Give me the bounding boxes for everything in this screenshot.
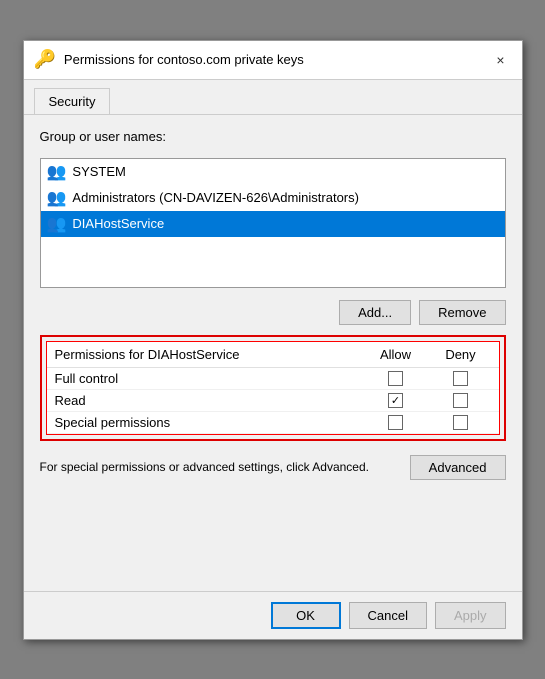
- user-icon-diahostservice: 👥: [47, 214, 67, 234]
- user-icon-system: 👥: [47, 162, 67, 182]
- add-button[interactable]: Add...: [339, 300, 411, 325]
- checkbox-allow-full-control[interactable]: [388, 371, 403, 386]
- perm-allow-read[interactable]: [361, 393, 431, 408]
- ok-button[interactable]: OK: [271, 602, 341, 629]
- advanced-button[interactable]: Advanced: [410, 455, 506, 480]
- user-item-diahostservice[interactable]: 👥 DIAHostService: [41, 211, 505, 237]
- perm-label-full-control: Full control: [55, 371, 361, 386]
- bottom-bar: OK Cancel Apply: [24, 591, 522, 639]
- permissions-title: Permissions for DIAHostService: [55, 347, 361, 362]
- main-content: Group or user names: 👥 SYSTEM 👥 Administ…: [24, 115, 522, 591]
- close-button[interactable]: ×: [490, 49, 512, 71]
- user-name-administrators: Administrators (CN-DAVIZEN-626\Administr…: [72, 190, 359, 205]
- user-icon-administrators: 👥: [47, 188, 67, 208]
- user-list[interactable]: 👥 SYSTEM 👥 Administrators (CN-DAVIZEN-62…: [40, 158, 506, 288]
- cancel-button[interactable]: Cancel: [349, 602, 427, 629]
- user-item-administrators[interactable]: 👥 Administrators (CN-DAVIZEN-626\Adminis…: [41, 185, 505, 211]
- title-bar-left: 🔑 Permissions for contoso.com private ke…: [34, 49, 304, 70]
- perm-label-special: Special permissions: [55, 415, 361, 430]
- users-section-label: Group or user names:: [40, 129, 506, 144]
- user-name-system: SYSTEM: [72, 164, 125, 179]
- info-row: For special permissions or advanced sett…: [40, 455, 506, 480]
- perm-deny-read[interactable]: [431, 393, 491, 408]
- remove-button[interactable]: Remove: [419, 300, 505, 325]
- apply-button[interactable]: Apply: [435, 602, 506, 629]
- user-button-row: Add... Remove: [40, 300, 506, 325]
- perm-label-read: Read: [55, 393, 361, 408]
- checkbox-deny-special[interactable]: [453, 415, 468, 430]
- perm-deny-full-control[interactable]: [431, 371, 491, 386]
- permissions-dialog: 🔑 Permissions for contoso.com private ke…: [23, 40, 523, 640]
- user-name-diahostservice: DIAHostService: [72, 216, 164, 231]
- checkbox-allow-read[interactable]: [388, 393, 403, 408]
- perm-row-full-control: Full control: [47, 368, 499, 390]
- checkbox-deny-read[interactable]: [453, 393, 468, 408]
- tab-bar: Security: [24, 80, 522, 115]
- perm-allow-special[interactable]: [361, 415, 431, 430]
- permissions-deny-header: Deny: [431, 347, 491, 362]
- perm-deny-special[interactable]: [431, 415, 491, 430]
- permissions-outer-border: Permissions for DIAHostService Allow Den…: [40, 335, 506, 441]
- tab-security[interactable]: Security: [34, 88, 111, 114]
- perm-row-special: Special permissions: [47, 412, 499, 434]
- title-bar: 🔑 Permissions for contoso.com private ke…: [24, 41, 522, 80]
- checkbox-allow-special[interactable]: [388, 415, 403, 430]
- permissions-box: Permissions for DIAHostService Allow Den…: [46, 341, 500, 435]
- user-item-system[interactable]: 👥 SYSTEM: [41, 159, 505, 185]
- permissions-allow-header: Allow: [361, 347, 431, 362]
- checkbox-deny-full-control[interactable]: [453, 371, 468, 386]
- permissions-header: Permissions for DIAHostService Allow Den…: [47, 342, 499, 368]
- dialog-title: Permissions for contoso.com private keys: [64, 52, 304, 67]
- perm-allow-full-control[interactable]: [361, 371, 431, 386]
- info-text: For special permissions or advanced sett…: [40, 459, 396, 476]
- perm-row-read: Read: [47, 390, 499, 412]
- key-icon: 🔑: [34, 49, 56, 70]
